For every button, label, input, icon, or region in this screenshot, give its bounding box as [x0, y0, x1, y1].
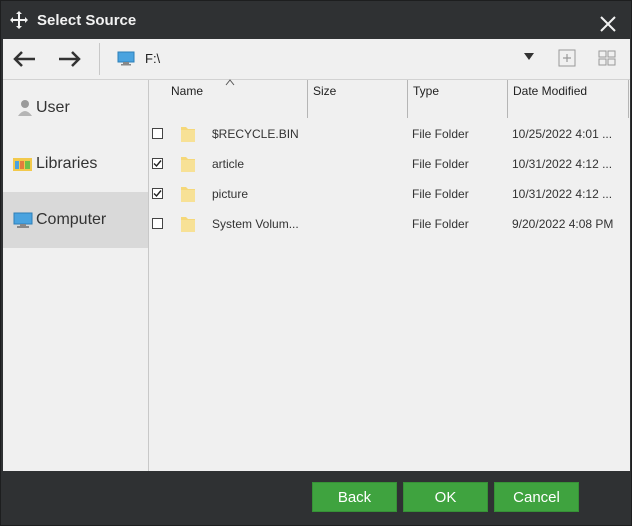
select-source-dialog: Select Source F:\ User Libraries Compute…: [0, 0, 632, 526]
file-date: 10/31/2022 4:12 ...: [512, 187, 613, 201]
file-list-panel: Name Size Type Date Modified $RECYCLE.BI…: [149, 79, 630, 471]
toolbar-divider: [99, 43, 100, 75]
user-icon: [18, 100, 32, 116]
column-header-name[interactable]: Name: [149, 79, 308, 118]
checkmark-icon: [153, 190, 162, 198]
column-header-date[interactable]: Date Modified: [508, 80, 629, 118]
table-row[interactable]: System Volum... File Folder 9/20/2022 4:…: [149, 209, 630, 239]
file-date: 10/31/2022 4:12 ...: [512, 157, 613, 171]
close-icon[interactable]: [597, 13, 619, 35]
forward-arrow-icon[interactable]: [55, 47, 83, 71]
column-header-type[interactable]: Type: [408, 80, 508, 118]
back-arrow-icon[interactable]: [11, 47, 39, 71]
table-row[interactable]: article File Folder 10/31/2022 4:12 ...: [149, 149, 630, 179]
file-type: File Folder: [412, 187, 469, 201]
computer-icon: [13, 212, 33, 228]
row-checkbox[interactable]: [152, 128, 163, 139]
libraries-icon: [13, 158, 32, 171]
table-row[interactable]: picture File Folder 10/31/2022 4:12 ...: [149, 179, 630, 209]
row-checkbox[interactable]: [152, 218, 163, 229]
column-header-label: Date Modified: [513, 84, 588, 98]
dialog-footer: Back OK Cancel: [3, 471, 630, 525]
row-checkbox[interactable]: [152, 188, 163, 199]
sidebar-item-label: Libraries: [36, 155, 98, 172]
folder-icon: [181, 187, 195, 202]
sidebar: User Libraries Computer: [3, 80, 149, 471]
cancel-button[interactable]: Cancel: [494, 482, 579, 512]
file-name: article: [212, 157, 245, 171]
column-header-size[interactable]: Size: [308, 80, 408, 118]
view-grid-icon[interactable]: [598, 49, 616, 67]
back-button[interactable]: Back: [312, 482, 397, 512]
table-row[interactable]: $RECYCLE.BIN File Folder 10/25/2022 4:01…: [149, 119, 630, 149]
column-header-label: Size: [313, 84, 337, 98]
file-type: File Folder: [412, 157, 469, 171]
table-header: Name Size Type Date Modified: [149, 79, 630, 118]
file-name: System Volum...: [212, 217, 299, 231]
folder-icon: [181, 127, 195, 142]
current-path[interactable]: F:\: [145, 51, 160, 66]
file-date: 10/25/2022 4:01 ...: [512, 127, 613, 141]
column-header-label: Name: [171, 84, 204, 98]
file-name: picture: [212, 187, 249, 201]
dialog-title: Select Source: [37, 12, 137, 29]
computer-icon: [117, 51, 135, 66]
path-dropdown-icon[interactable]: [524, 53, 534, 60]
title-bar: Select Source: [1, 1, 631, 39]
move-arrows-icon: [10, 11, 28, 29]
file-date: 9/20/2022 4:08 PM: [512, 217, 614, 231]
toolbar: F:\: [3, 39, 630, 80]
sidebar-item-label: Computer: [36, 211, 107, 228]
checkmark-icon: [153, 160, 162, 168]
sidebar-item-user[interactable]: User: [3, 80, 148, 136]
sidebar-item-computer[interactable]: Computer: [3, 192, 148, 248]
sidebar-item-label: User: [36, 99, 70, 116]
folder-icon: [181, 157, 195, 172]
ok-button[interactable]: OK: [403, 482, 488, 512]
file-name: $RECYCLE.BIN: [212, 127, 299, 141]
sidebar-item-libraries[interactable]: Libraries: [3, 136, 148, 192]
sort-ascending-icon: [225, 79, 235, 86]
file-type: File Folder: [412, 217, 469, 231]
row-checkbox[interactable]: [152, 158, 163, 169]
file-type: File Folder: [412, 127, 469, 141]
folder-icon: [181, 217, 195, 232]
new-folder-icon[interactable]: [558, 49, 576, 67]
column-header-label: Type: [413, 84, 440, 98]
